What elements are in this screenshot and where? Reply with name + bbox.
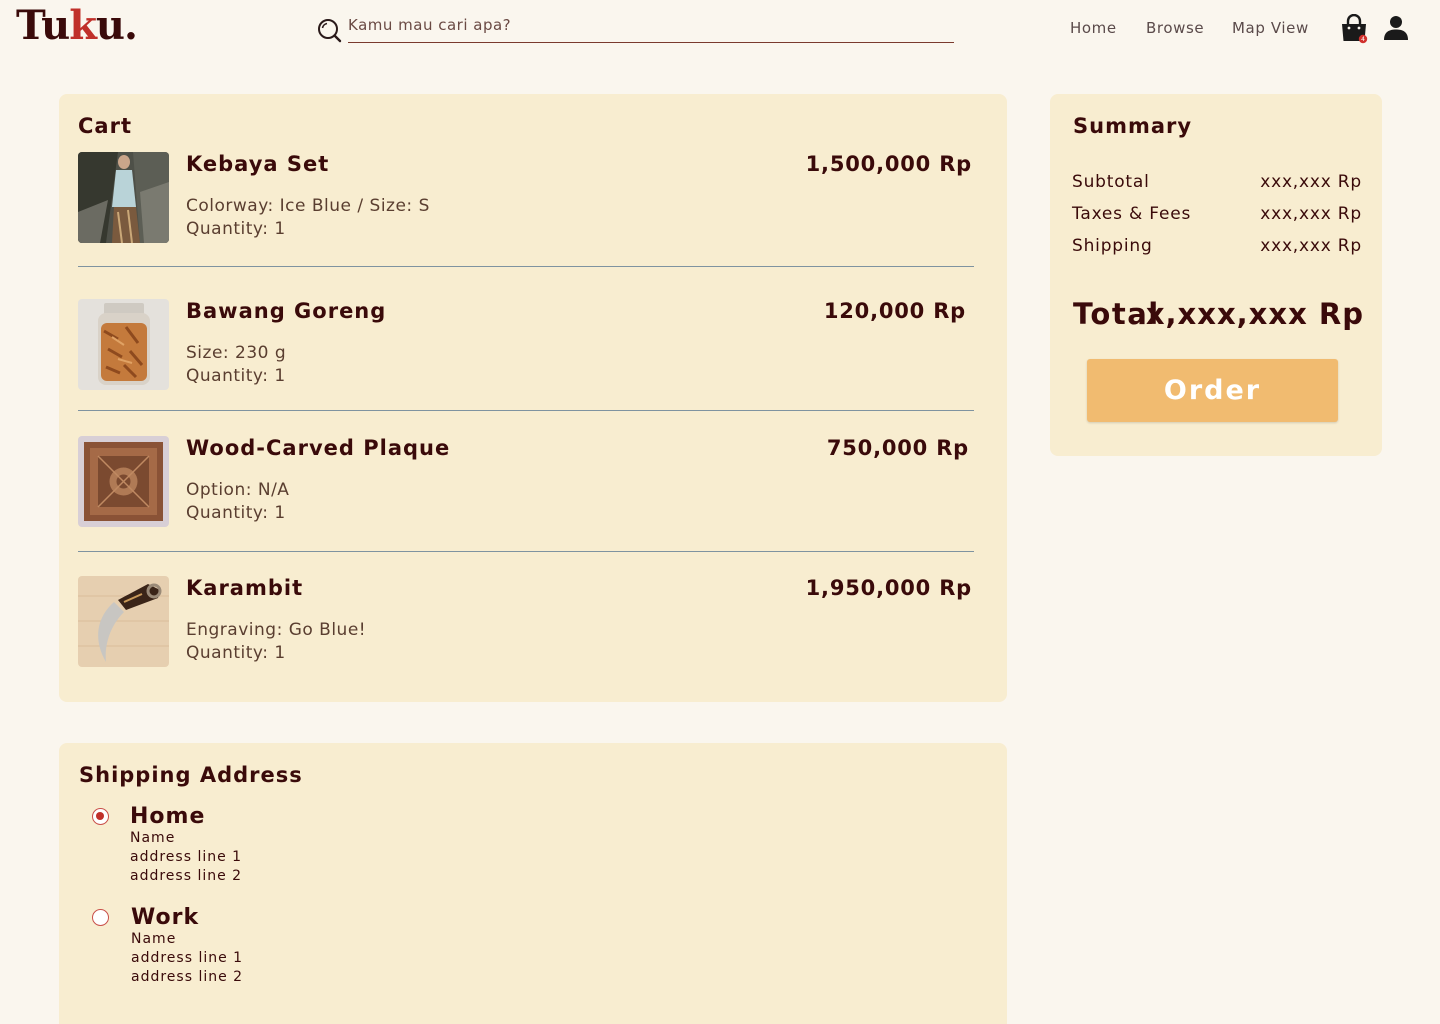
- cart-badge: 4: [1361, 36, 1365, 43]
- summary-row-label: Taxes & Fees: [1072, 204, 1192, 224]
- item-quantity[interactable]: Quantity: 1: [186, 219, 286, 239]
- radio-selected[interactable]: [92, 808, 109, 825]
- item-name: Wood-Carved Plaque: [186, 436, 451, 460]
- address-line-2: address line 2: [130, 868, 243, 884]
- address-title: Home: [130, 804, 206, 829]
- item-price: 1,500,000 Rp: [805, 152, 972, 176]
- karambit-image[interactable]: [78, 576, 169, 667]
- address-line-2: address line 2: [131, 969, 244, 985]
- item-name: Kebaya Set: [186, 152, 330, 176]
- address-line-1: address line 1: [130, 849, 243, 865]
- item-option: Option: N/A: [186, 480, 290, 500]
- item-name: Bawang Goreng: [186, 299, 387, 323]
- item-price: 750,000 Rp: [826, 436, 969, 460]
- address-name: Name: [130, 830, 176, 846]
- item-option: Engraving: Go Blue!: [186, 620, 367, 640]
- summary-row-shipping: Shipping xxx,xxx Rp: [1072, 236, 1362, 256]
- item-quantity[interactable]: Quantity: 1: [186, 503, 286, 523]
- summary-row-value: xxx,xxx Rp: [1260, 204, 1362, 224]
- item-divider: [78, 266, 974, 267]
- item-option: Size: 230 g: [186, 343, 287, 363]
- summary-row-label: Subtotal: [1072, 172, 1150, 192]
- item-price: 120,000 Rp: [823, 299, 966, 323]
- order-button[interactable]: Order: [1087, 359, 1338, 422]
- item-option: Colorway: Ice Blue / Size: S: [186, 196, 430, 216]
- user-icon[interactable]: [1384, 15, 1408, 41]
- logo[interactable]: Tuku.: [16, 2, 138, 49]
- item-divider: [78, 551, 974, 552]
- summary-row-value: xxx,xxx Rp: [1260, 172, 1362, 192]
- item-quantity[interactable]: Quantity: 1: [186, 643, 286, 663]
- shipping-title: Shipping Address: [79, 763, 303, 787]
- kebaya-set-image[interactable]: [78, 152, 169, 243]
- search-bar: [316, 12, 954, 43]
- address-title: Work: [131, 905, 200, 930]
- summary-card: Summary Subtotal xxx,xxx Rp Taxes & Fees…: [1050, 94, 1382, 456]
- item-name: Karambit: [186, 576, 304, 600]
- item-quantity[interactable]: Quantity: 1: [186, 366, 286, 386]
- search-input[interactable]: [348, 12, 954, 43]
- nav-home[interactable]: Home: [1070, 19, 1117, 37]
- item-divider: [78, 410, 974, 411]
- wood-carved-plaque-image[interactable]: [78, 436, 169, 527]
- nav-map-view[interactable]: Map View: [1232, 19, 1309, 37]
- summary-row-value: xxx,xxx Rp: [1260, 236, 1362, 256]
- shopping-bag-icon[interactable]: 4: [1340, 14, 1368, 44]
- summary-row-subtotal: Subtotal xxx,xxx Rp: [1072, 172, 1362, 192]
- address-name: Name: [131, 931, 177, 947]
- cart-card: Cart Kebaya Set 1,500,000 Rp Colorway: I…: [59, 94, 1007, 702]
- item-price: 1,950,000 Rp: [805, 576, 972, 600]
- summary-title: Summary: [1073, 114, 1193, 138]
- radio-unselected[interactable]: [92, 909, 109, 926]
- summary-row-label: Shipping: [1072, 236, 1153, 256]
- cart-title: Cart: [78, 114, 132, 138]
- bawang-goreng-image[interactable]: [78, 299, 169, 390]
- shipping-address-card: Shipping Address Home Name address line …: [59, 743, 1007, 1024]
- search-icon[interactable]: [316, 17, 342, 43]
- summary-row-taxes: Taxes & Fees xxx,xxx Rp: [1072, 204, 1362, 224]
- total-value: x,xxx,xxx Rp: [1145, 297, 1364, 331]
- address-line-1: address line 1: [131, 950, 244, 966]
- nav-browse[interactable]: Browse: [1146, 19, 1204, 37]
